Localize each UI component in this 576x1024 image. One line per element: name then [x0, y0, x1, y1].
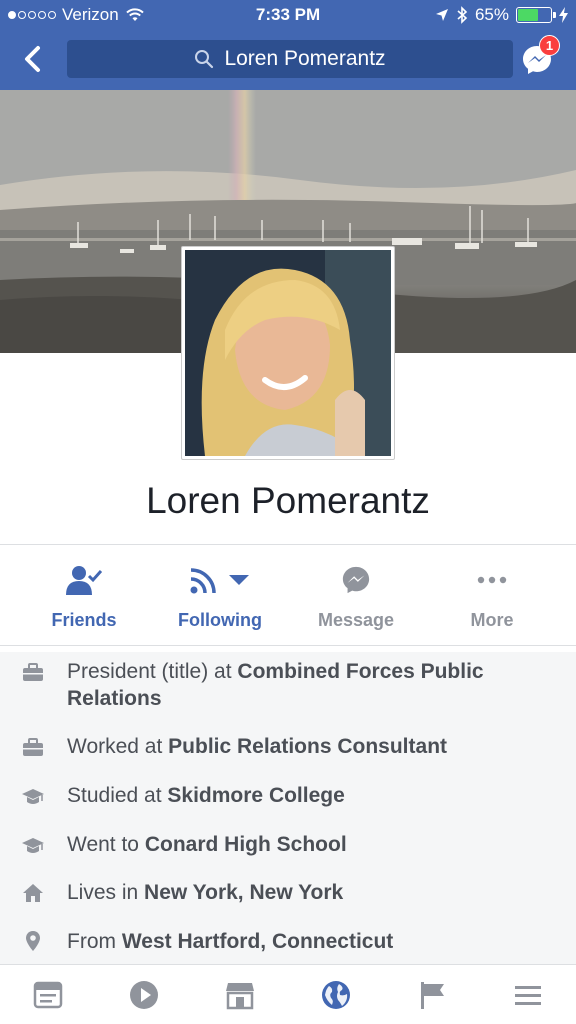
- about-value[interactable]: Public Relations Consultant: [168, 735, 447, 758]
- about-value[interactable]: New York, New York: [144, 881, 343, 904]
- messenger-icon: [342, 566, 370, 594]
- graduation-cap-icon: [22, 789, 44, 804]
- more-icon: [477, 576, 507, 584]
- briefcase-icon: [23, 663, 43, 681]
- more-label: More: [470, 610, 514, 630]
- message-button[interactable]: Message: [288, 562, 424, 631]
- search-input[interactable]: Loren Pomerantz: [67, 40, 513, 78]
- location-arrow-icon: [435, 9, 448, 21]
- home-icon: [23, 884, 43, 902]
- battery-icon: [516, 7, 556, 23]
- divider: [0, 544, 576, 545]
- globe-icon[interactable]: [320, 979, 352, 1011]
- rss-icon: [190, 568, 216, 594]
- about-prefix: President (title) at: [67, 660, 238, 683]
- about-prefix: Studied at: [67, 784, 168, 807]
- about-prefix: Worked at: [67, 735, 169, 758]
- friends-button[interactable]: Friends: [16, 562, 152, 631]
- about-value[interactable]: Skidmore College: [167, 784, 344, 807]
- charging-icon: [559, 7, 568, 23]
- message-label: Message: [317, 610, 395, 630]
- bottom-tab-bar: [0, 964, 576, 1024]
- profile-picture[interactable]: [181, 246, 395, 460]
- profile-name: Loren Pomerantz: [146, 480, 430, 521]
- menu-icon[interactable]: [512, 979, 544, 1011]
- about-prefix: Lives in: [67, 881, 145, 904]
- pages-flag-icon[interactable]: [416, 979, 448, 1011]
- status-bar: Verizon 7:33 PM 65%: [0, 0, 576, 30]
- top-bar: Verizon 7:33 PM 65% Loren Pomerantz 1: [0, 0, 576, 90]
- location-pin-icon: [26, 931, 40, 951]
- more-button[interactable]: More: [424, 562, 560, 631]
- following-button[interactable]: Following: [152, 562, 288, 631]
- bluetooth-icon: [457, 6, 468, 24]
- chevron-down-icon: [229, 575, 249, 585]
- about-value[interactable]: Conard High School: [145, 833, 347, 856]
- marketplace-icon[interactable]: [224, 979, 256, 1011]
- back-icon[interactable]: [18, 42, 48, 76]
- news-feed-icon[interactable]: [32, 979, 64, 1011]
- friends-label: Friends: [51, 610, 117, 630]
- briefcase-icon: [23, 738, 43, 756]
- battery-percentage: 65%: [474, 5, 509, 24]
- search-icon: [195, 50, 214, 69]
- search-text: Loren Pomerantz: [224, 47, 386, 70]
- about-value[interactable]: West Hartford, Connecticut: [122, 930, 393, 953]
- about-prefix: From: [67, 930, 122, 953]
- friends-check-icon: [66, 566, 102, 595]
- graduation-cap-icon: [22, 838, 44, 853]
- divider: [0, 645, 576, 646]
- about-section: President (title) at Combined Forces Pub…: [0, 652, 576, 964]
- following-label: Following: [178, 610, 262, 630]
- video-play-icon[interactable]: [128, 979, 160, 1011]
- profile-photo-image: [185, 250, 391, 456]
- about-prefix: Went to: [67, 833, 145, 856]
- messenger-badge: 1: [539, 35, 560, 56]
